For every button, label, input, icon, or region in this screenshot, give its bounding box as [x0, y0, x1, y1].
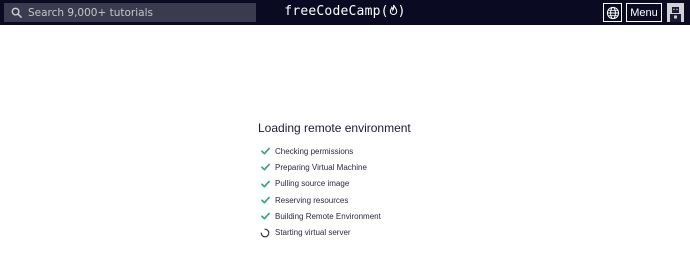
- loading-title: Loading remote environment: [258, 121, 411, 135]
- menu-button[interactable]: Menu: [626, 3, 662, 22]
- loading-step-label: Reserving resources: [275, 195, 349, 205]
- loading-step: Reserving resources: [258, 192, 518, 208]
- loading-step: Starting virtual server: [258, 224, 518, 240]
- language-button[interactable]: [603, 3, 622, 22]
- loading-step-label: Pulling source image: [275, 179, 350, 189]
- search-input[interactable]: [28, 4, 248, 21]
- loading-panel: Loading remote environment Checking perm…: [258, 121, 518, 241]
- checkmark-icon: [258, 144, 272, 158]
- search-bar[interactable]: [4, 3, 256, 22]
- flame-icon: [389, 4, 397, 15]
- loading-step: Checking permissions: [258, 143, 518, 159]
- user-avatar-icon: [670, 7, 681, 22]
- checkmark-icon: [258, 209, 272, 223]
- avatar[interactable]: [667, 3, 684, 22]
- loading-step-label: Starting virtual server: [275, 228, 351, 238]
- loading-step: Building Remote Environment: [258, 208, 518, 224]
- spinner-icon: [258, 226, 272, 240]
- loading-step: Pulling source image: [258, 176, 518, 192]
- checkmark-icon: [258, 193, 272, 207]
- brand-text: freeCodeCamp(: [284, 4, 389, 19]
- checkmark-icon: [258, 177, 272, 191]
- loading-step-label: Checking permissions: [275, 146, 354, 156]
- navbar: freeCodeCamp() Menu: [0, 0, 690, 25]
- loading-step-label: Preparing Virtual Machine: [275, 162, 367, 172]
- loading-steps-list: Checking permissions Preparing Virtual Ma…: [258, 143, 518, 241]
- search-icon: [9, 6, 23, 20]
- globe-icon: [606, 6, 619, 19]
- loading-step-label: Building Remote Environment: [275, 211, 381, 221]
- checkmark-icon: [258, 160, 272, 174]
- loading-step: Preparing Virtual Machine: [258, 159, 518, 175]
- brand-close: ): [397, 4, 406, 19]
